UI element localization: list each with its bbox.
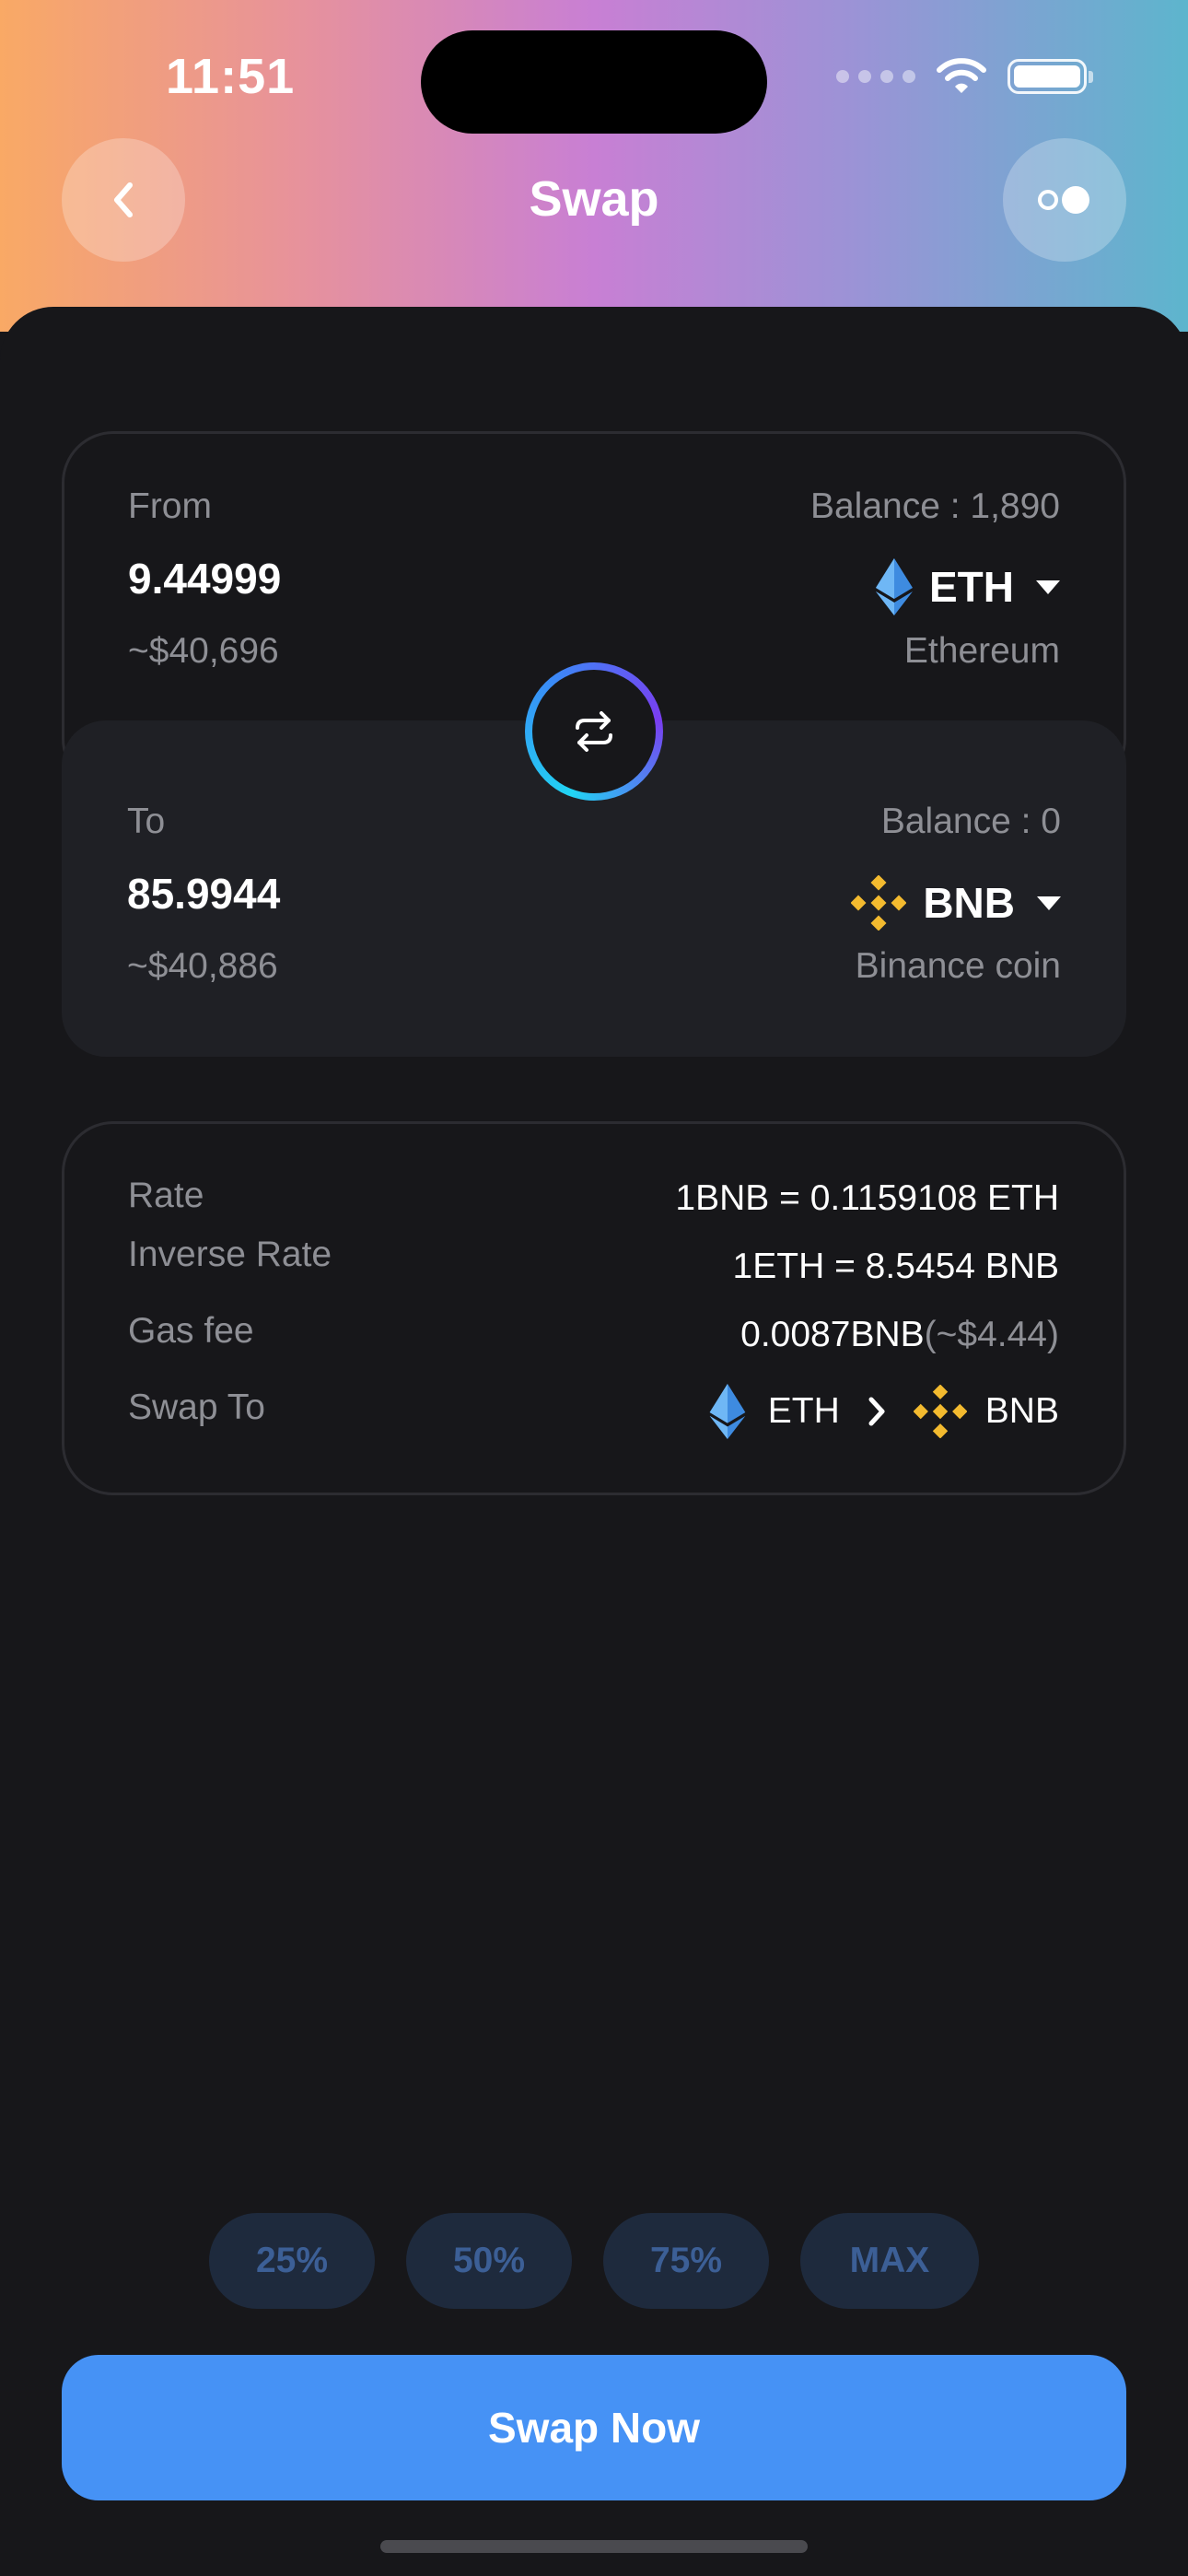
from-token-symbol: ETH	[929, 563, 1014, 611]
inverse-rate-value: 1ETH = 8.5454 BNB	[732, 1247, 1059, 1286]
gas-fee-usd: (~$4.44)	[924, 1315, 1059, 1354]
from-token-name: Ethereum	[903, 631, 1060, 671]
rate-details-card: Rate Inverse Rate Gas fee Swap To	[62, 1121, 1126, 1495]
status-time: 11:51	[166, 49, 296, 104]
max-button[interactable]: MAX	[800, 2213, 979, 2309]
dynamic-island	[421, 30, 767, 134]
swap-now-button[interactable]: Swap Now	[62, 2355, 1126, 2500]
dropdown-caret-icon	[1037, 896, 1061, 910]
gas-fee-value: 0.0087BNB(~$4.44)	[740, 1315, 1059, 1355]
toggle-icon	[1038, 186, 1089, 214]
chevron-right-icon	[868, 1397, 885, 1426]
route-to-symbol: BNB	[984, 1391, 1059, 1431]
from-token-selector[interactable]: ETH	[876, 558, 1060, 615]
battery-icon	[1007, 59, 1093, 94]
inverse-rate-label: Inverse Rate	[128, 1235, 332, 1274]
rate-value: 1BNB = 0.1159108 ETH	[675, 1178, 1059, 1218]
toggle-button[interactable]	[1003, 138, 1126, 262]
binance-icon	[913, 1385, 967, 1438]
percent-75-button[interactable]: 75%	[603, 2213, 769, 2309]
from-usd-value: ~$40,696	[128, 631, 279, 671]
binance-icon	[851, 875, 907, 931]
swap-arrows-icon	[576, 711, 612, 752]
dropdown-caret-icon	[1036, 580, 1060, 594]
to-token-name: Binance coin	[855, 946, 1061, 986]
to-token-selector[interactable]: BNB	[851, 875, 1061, 931]
to-token-symbol: BNB	[923, 879, 1015, 927]
rate-label: Rate	[128, 1176, 204, 1215]
from-label: From	[128, 486, 212, 526]
home-indicator	[380, 2540, 808, 2553]
to-balance: Balance : 0	[880, 802, 1061, 841]
wifi-icon	[937, 58, 986, 93]
ethereum-icon	[876, 558, 913, 615]
gas-fee-label: Gas fee	[128, 1311, 254, 1351]
swap-to-label: Swap To	[128, 1388, 265, 1427]
percent-25-button[interactable]: 25%	[209, 2213, 375, 2309]
swap-route: ETH BNB	[709, 1384, 1059, 1439]
ethereum-icon	[709, 1384, 746, 1439]
gas-fee-amount: 0.0087BNB	[740, 1315, 925, 1354]
from-balance: Balance : 1,890	[809, 486, 1060, 526]
header-gradient: 11:51 Swap	[0, 0, 1188, 332]
route-from-symbol: ETH	[767, 1391, 840, 1431]
to-usd-value: ~$40,886	[127, 946, 278, 986]
signal-icon	[836, 70, 915, 83]
to-amount-input[interactable]: 85.9944	[127, 869, 280, 919]
percent-50-button[interactable]: 50%	[406, 2213, 572, 2309]
from-amount-input[interactable]: 9.44999	[128, 554, 281, 603]
status-icons	[836, 57, 1093, 96]
to-label: To	[127, 802, 166, 841]
percent-options: 25% 50% 75% MAX	[0, 2213, 1188, 2309]
swap-direction-button[interactable]	[525, 662, 663, 801]
